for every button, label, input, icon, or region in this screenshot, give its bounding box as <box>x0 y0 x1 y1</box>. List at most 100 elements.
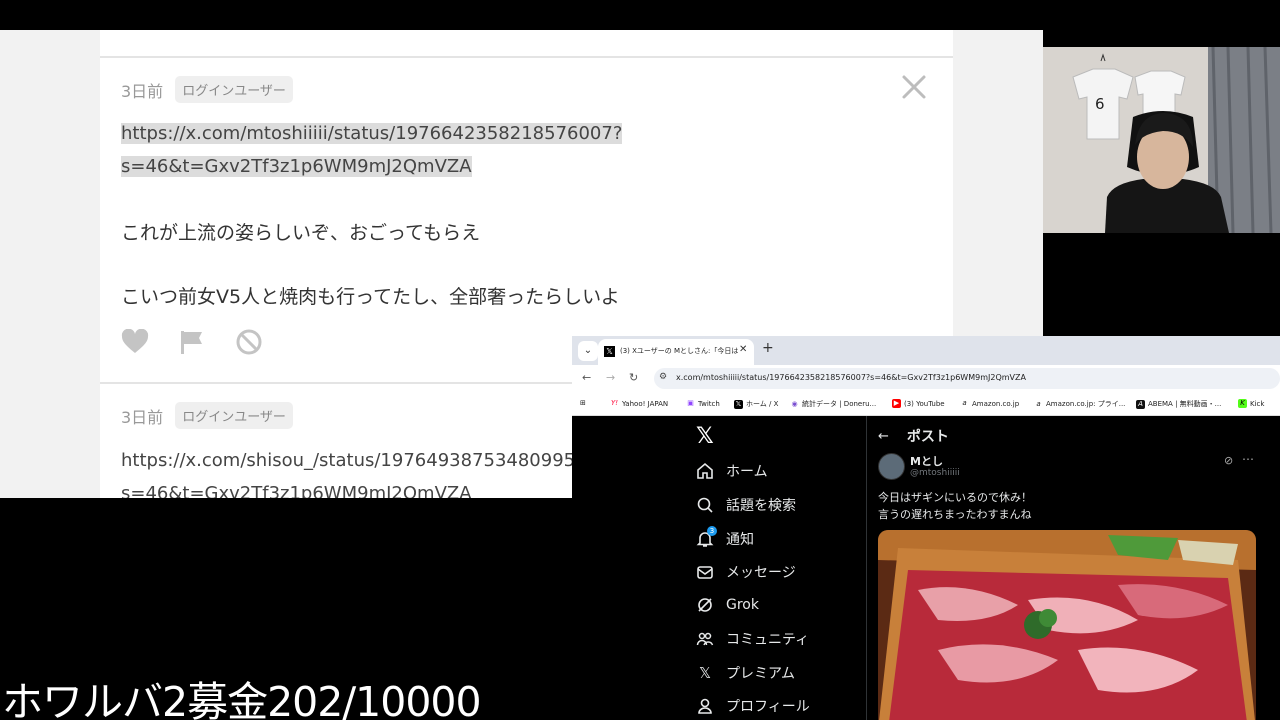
bookmark-item[interactable]: K Kick <box>1238 399 1264 408</box>
tab-bar: ⌄ 𝕏 (3) Xユーザーの Mとしさん:「今日は ✕ + <box>572 336 1280 365</box>
forward-icon[interactable]: → <box>606 371 615 384</box>
bookmark-label: ホーム / X <box>746 400 779 408</box>
flag-icon[interactable] <box>179 329 205 355</box>
user-handle[interactable]: @mtoshiiiii <box>910 468 960 478</box>
bookmark-label: ABEMA | 無料動画・... <box>1148 400 1222 408</box>
url-line-2: s=46&t=Gxv2Tf3z1p6WM9mJ2QmVZA <box>121 483 472 498</box>
url-text: x.com/mtoshiiiii/status/1976642358218576… <box>676 373 1026 382</box>
nav-home[interactable]: ホーム <box>696 461 768 481</box>
post-header: ← ポスト <box>878 426 949 446</box>
bookmark-item[interactable]: A ABEMA | 無料動画・... <box>1136 399 1221 409</box>
post-header-title: ポスト <box>906 429 949 445</box>
meat-photo <box>878 530 1256 720</box>
nav-notifications[interactable]: 3 通知 <box>696 526 754 549</box>
url-input[interactable]: ⚙ x.com/mtoshiiiii/status/19766423582185… <box>654 368 1280 389</box>
nav-profile[interactable]: プロフィール <box>696 696 810 716</box>
comment-time: 3日前 <box>121 81 164 101</box>
nav-messages[interactable]: メッセージ <box>696 562 796 582</box>
amazon-icon: a <box>1036 399 1041 408</box>
divider <box>100 56 953 58</box>
post-line-2: 言うの遅れちまったわすまんね <box>878 508 1032 521</box>
user-badge: ログインユーザー <box>175 76 293 103</box>
doneru-icon: ◉ <box>791 399 798 408</box>
active-tab[interactable]: 𝕏 (3) Xユーザーの Mとしさん:「今日は ✕ <box>598 339 754 365</box>
mail-icon <box>697 566 713 579</box>
post-text: 今日はザギンにいるので休み！ 言うの遅れちまったわすまんね <box>878 489 1032 523</box>
grok-explain-icon[interactable]: ⊘ <box>1224 454 1233 467</box>
avatar[interactable] <box>878 453 905 480</box>
nav-label: ホーム <box>726 464 768 480</box>
address-bar: ← → ↻ ⚙ x.com/mtoshiiiii/status/19766423… <box>572 365 1280 391</box>
more-options-icon[interactable]: ⋯ <box>1242 452 1254 466</box>
profile-icon <box>698 698 712 714</box>
nav-communities[interactable]: コミュニティ <box>696 629 809 649</box>
youtube-icon: ▶ <box>892 399 901 408</box>
new-tab-icon[interactable]: + <box>762 340 774 356</box>
comment-actions <box>121 328 263 356</box>
bookmark-label: (3) YouTube <box>904 399 945 408</box>
bookmark-item[interactable]: 𝕏 ホーム / X <box>734 399 778 409</box>
nav-label: Grok <box>726 597 759 613</box>
user-badge: ログインユーザー <box>175 402 293 429</box>
bookmark-label: Twitch <box>698 399 720 408</box>
post-line-1: 今日はザギンにいるので休み！ <box>878 491 1032 504</box>
comment-url[interactable]: https://x.com/mtoshiiiii/status/19766423… <box>121 117 623 183</box>
nav-label: コミュニティ <box>726 632 810 648</box>
x-logo-icon[interactable]: 𝕏 <box>696 424 714 449</box>
heart-icon[interactable] <box>121 329 149 355</box>
grok-icon <box>698 598 712 612</box>
bookmark-item[interactable]: ▣ Twitch <box>686 399 720 408</box>
comment-meta: 3日前 ログインユーザー <box>121 76 293 103</box>
nav-grok[interactable]: Grok <box>696 596 759 614</box>
site-info-icon[interactable]: ⚙ <box>659 372 667 382</box>
bookmarks-bar: ⊞ Y! Yahoo! JAPAN ▣ Twitch 𝕏 ホーム / X ◉ 統計データ… <box>572 391 1280 416</box>
nav-label: プロフィール <box>726 699 810 715</box>
x-favicon-icon: 𝕏 <box>604 346 615 357</box>
x-icon: 𝕏 <box>734 399 743 409</box>
bookmark-item[interactable]: a Amazon.co.jp <box>960 399 1019 408</box>
column-divider <box>866 416 867 720</box>
user-name[interactable]: Mとし <box>910 453 943 469</box>
bookmark-label: Amazon.co.jp: プライ... <box>1046 400 1126 408</box>
community-icon <box>696 632 714 646</box>
browser-window: ⌄ 𝕏 (3) Xユーザーの Mとしさん:「今日は ✕ + ← → ↻ ⚙ x.… <box>572 336 1280 720</box>
comment-text-1: これが上流の姿らしいぞ、おごってもらえ <box>121 222 481 244</box>
home-icon <box>697 462 713 479</box>
comment-text-2: こいつ前女V5人と焼肉も行ってたし、全部奢ったらしいよ <box>121 286 620 308</box>
nav-premium[interactable]: 𝕏 プレミアム <box>696 663 795 683</box>
donation-caption: ホワルバ2募金202/10000 <box>2 678 482 720</box>
webcam-feed: 6 <box>1043 47 1280 233</box>
url-line-1: https://x.com/shisou_/status/19764938753… <box>121 450 576 471</box>
bookmark-item[interactable]: ▶ (3) YouTube <box>892 399 945 408</box>
nav-explore[interactable]: 話題を検索 <box>696 495 796 515</box>
notification-count: 3 <box>707 526 717 536</box>
url-line-1: https://x.com/mtoshiiiii/status/19766423… <box>121 123 623 144</box>
back-arrow-icon[interactable]: ← <box>878 429 889 444</box>
tab-search-icon[interactable]: ⌄ <box>578 341 598 361</box>
comment-meta: 3日前 ログインユーザー <box>121 402 293 429</box>
url-line-2: s=46&t=Gxv2Tf3z1p6WM9mJ2QmVZA <box>121 156 472 177</box>
bookmark-item[interactable]: a Amazon.co.jp: プライ... <box>1034 399 1125 409</box>
webcam-image: 6 <box>1043 47 1280 233</box>
search-icon <box>697 497 713 513</box>
tab-title: (3) Xユーザーの Mとしさん:「今日は <box>620 347 738 355</box>
bookmark-label: Kick <box>1250 399 1265 408</box>
svg-text:6: 6 <box>1095 95 1105 113</box>
comment-url[interactable]: https://x.com/shisou_/status/19764938753… <box>121 444 575 498</box>
back-icon[interactable]: ← <box>582 371 591 384</box>
nav-label: 話題を検索 <box>726 498 796 514</box>
bookmark-label: Amazon.co.jp <box>972 399 1020 408</box>
reload-icon[interactable]: ↻ <box>629 371 638 384</box>
tab-close-icon[interactable]: ✕ <box>739 344 747 355</box>
apps-icon[interactable]: ⊞ <box>580 399 586 407</box>
close-icon[interactable] <box>901 74 927 100</box>
twitch-icon: ▣ <box>687 399 694 407</box>
bookmark-item[interactable]: ◉ 統計データ | Doneru... <box>790 399 876 409</box>
post-image[interactable] <box>878 530 1256 720</box>
x-premium-icon: 𝕏 <box>698 664 712 682</box>
kick-icon: K <box>1238 399 1247 408</box>
bookmark-label: Yahoo! JAPAN <box>622 399 669 408</box>
block-icon[interactable] <box>235 328 263 356</box>
bookmark-item[interactable]: Y! Yahoo! JAPAN <box>610 399 668 408</box>
nav-label: メッセージ <box>726 565 796 581</box>
